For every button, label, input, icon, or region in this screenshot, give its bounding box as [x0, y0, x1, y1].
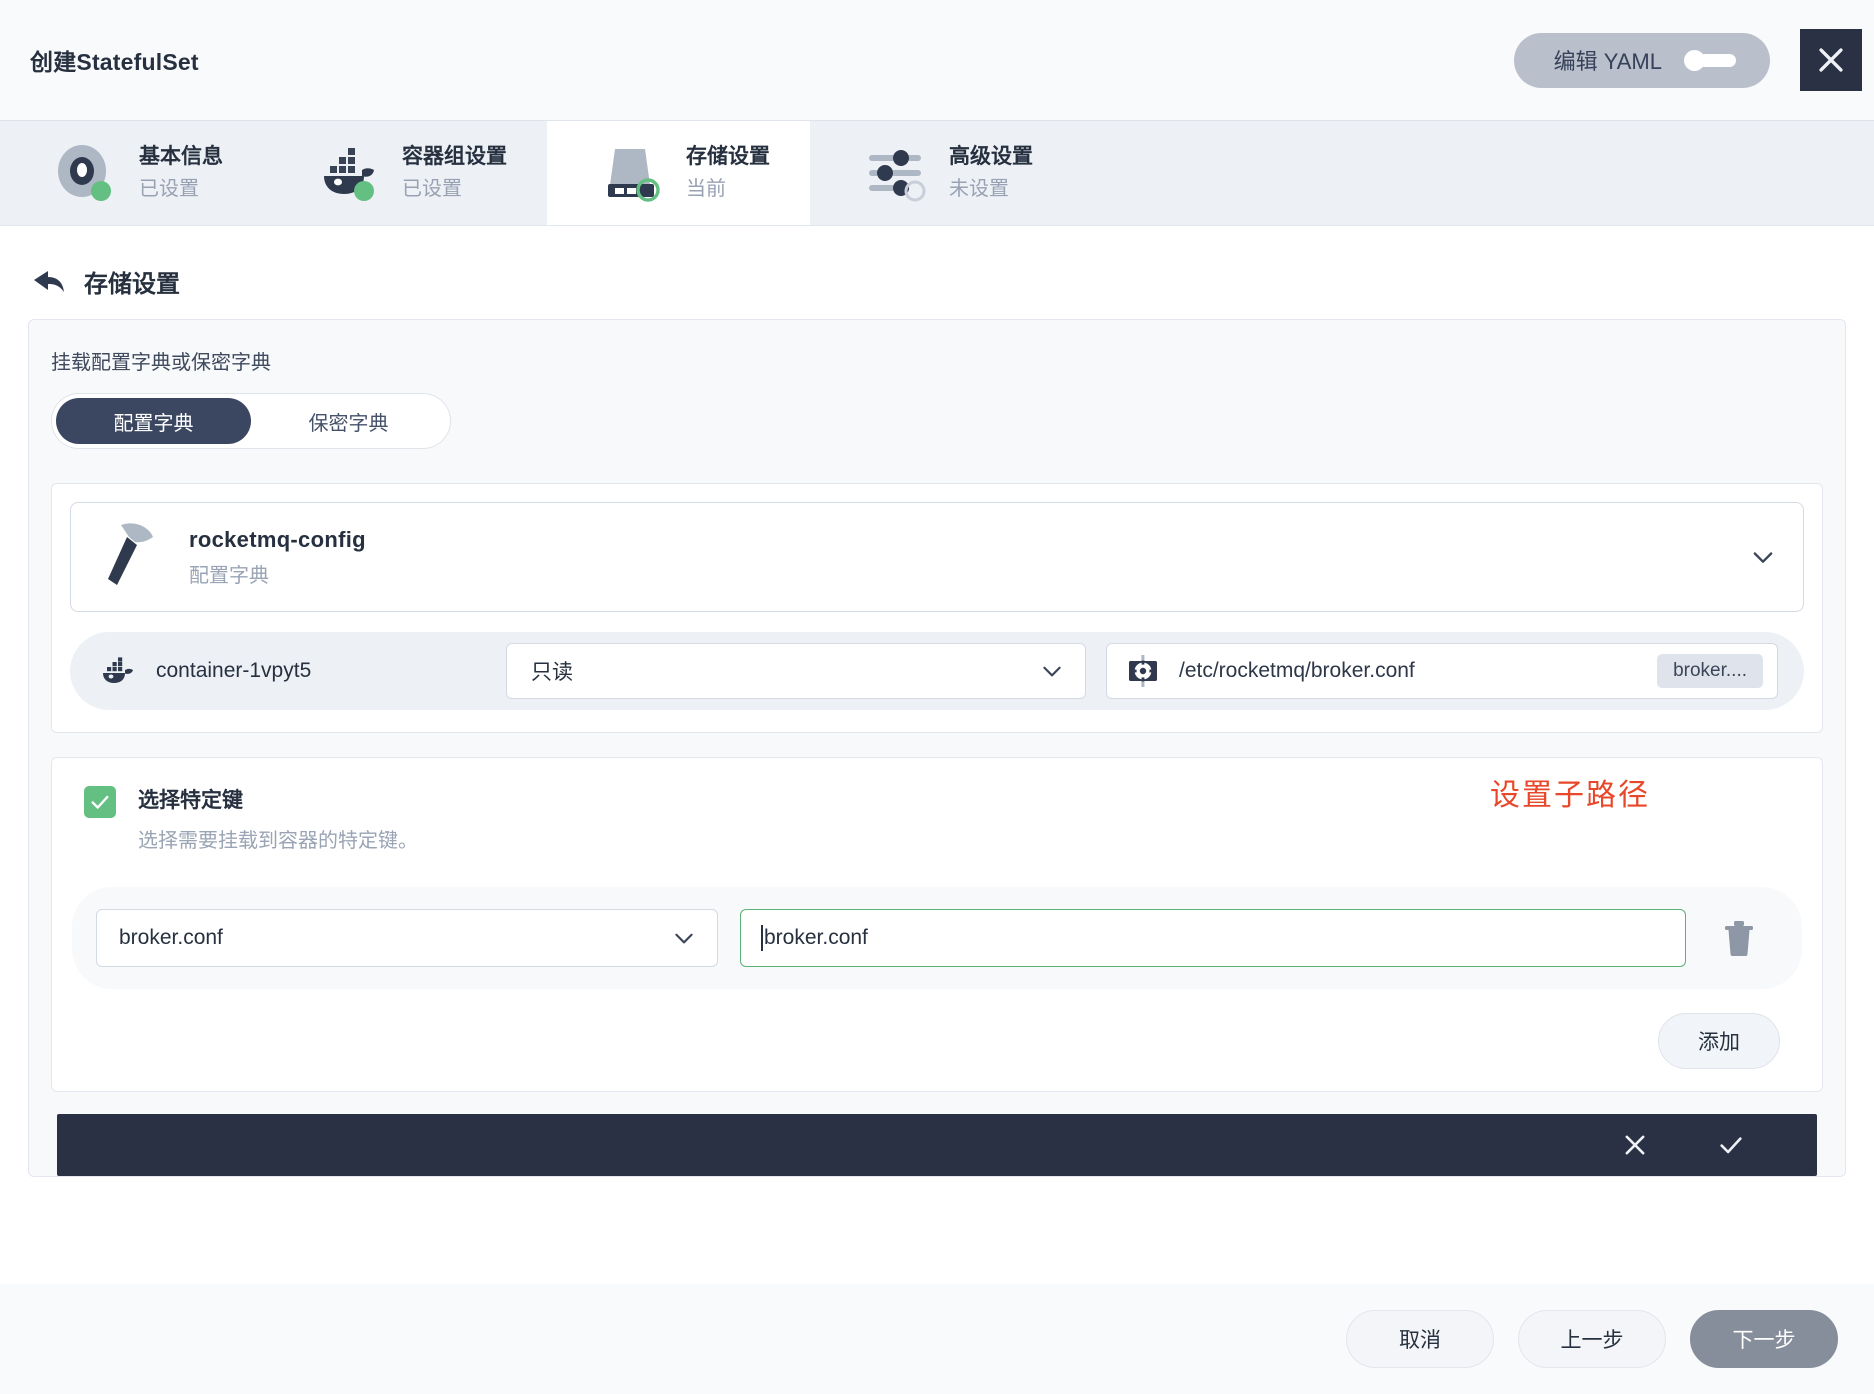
subpath-input[interactable]: broker.conf [740, 909, 1686, 967]
key-select-value: broker.conf [119, 926, 223, 949]
mount-mode-select[interactable]: 只读 [506, 643, 1086, 699]
tab-label: 存储设置 [686, 145, 770, 169]
tab-label: 高级设置 [949, 145, 1033, 169]
next-button[interactable]: 下一步 [1690, 1310, 1838, 1368]
edit-yaml-toggle[interactable]: 编辑 YAML [1513, 32, 1770, 88]
tab-label: 容器组设置 [402, 145, 507, 169]
cancel-icon[interactable] [1621, 1131, 1649, 1159]
tab-status: 未设置 [949, 177, 1009, 200]
chevron-down-icon [675, 933, 693, 944]
select-specific-keys-checkbox[interactable] [84, 786, 116, 818]
confirm-bar [57, 1114, 1817, 1176]
tab-pod-settings[interactable]: 容器组设置 已设置 [263, 121, 547, 225]
edit-yaml-label: 编辑 YAML [1553, 49, 1662, 74]
section-title: 存储设置 [84, 271, 180, 298]
configmap-kind: 配置字典 [189, 564, 269, 587]
tab-basic-info[interactable]: 基本信息 已设置 [0, 121, 263, 225]
yaml-switch[interactable] [1684, 50, 1736, 71]
specific-keys-block: 设置子路径 选择特定键 选择需要挂载到容器的特定键。 broker.conf b… [51, 757, 1823, 1092]
tab-advanced-settings[interactable]: 高级设置 未设置 [810, 121, 1073, 225]
configmap-block: rocketmq-config 配置字典 container-1vpyt5 只读… [51, 483, 1823, 733]
create-statefulset-dialog: 创建StatefulSet 编辑 YAML 基本信息 已设置 容器组设置 已设置… [0, 0, 1874, 1394]
mount-mode-value: 只读 [531, 661, 573, 684]
configmap-card[interactable]: rocketmq-config 配置字典 [70, 502, 1804, 612]
confirm-icon[interactable] [1717, 1131, 1745, 1159]
segment-secret[interactable]: 保密字典 [251, 398, 446, 444]
dialog-header: 创建StatefulSet 编辑 YAML [0, 0, 1874, 121]
mount-path-value: /etc/rocketmq/broker.conf [1179, 659, 1415, 682]
subpath-input-value: broker.conf [764, 926, 868, 949]
header-actions: 编辑 YAML [1513, 0, 1874, 120]
target-icon [55, 144, 117, 202]
select-specific-keys-desc: 选择需要挂载到容器的特定键。 [138, 830, 418, 852]
trash-icon[interactable] [1722, 919, 1756, 957]
page-title: 创建StatefulSet [30, 49, 199, 75]
dialog-footer: 取消 上一步 下一步 [0, 1284, 1874, 1394]
check-icon [91, 795, 109, 809]
mount-row: container-1vpyt5 只读 /etc/rocketmq/broker… [70, 632, 1804, 710]
annotation-set-subpath: 设置子路径 [1490, 779, 1650, 812]
add-key-button[interactable]: 添加 [1658, 1013, 1780, 1069]
storage-icon [602, 144, 664, 202]
key-select[interactable]: broker.conf [96, 909, 718, 967]
gear-icon [1129, 655, 1157, 687]
source-type-segmented: 配置字典 保密字典 [51, 393, 451, 449]
previous-button[interactable]: 上一步 [1518, 1310, 1666, 1368]
storage-settings-content: 存储设置 挂载配置字典或保密字典 配置字典 保密字典 rocketmq-conf… [0, 226, 1874, 1284]
panel-label: 挂载配置字典或保密字典 [51, 352, 271, 374]
docker-icon [318, 144, 380, 202]
section-header: 存储设置 [0, 226, 1874, 319]
back-arrow-icon[interactable] [32, 269, 66, 295]
docker-icon [103, 657, 133, 683]
tab-status: 当前 [686, 177, 726, 200]
mount-panel: 挂载配置字典或保密字典 配置字典 保密字典 rocketmq-config 配置… [28, 319, 1846, 1177]
tab-label: 基本信息 [139, 145, 223, 169]
container-name: container-1vpyt5 [156, 659, 312, 682]
configmap-name: rocketmq-config [189, 526, 366, 552]
hammer-icon [108, 523, 153, 585]
tab-status: 已设置 [139, 177, 199, 200]
chevron-down-icon [1043, 666, 1061, 677]
chevron-down-icon[interactable] [1749, 543, 1777, 571]
subpath-badge: broker.... [1657, 654, 1763, 688]
tab-storage-settings[interactable]: 存储设置 当前 [547, 121, 810, 225]
step-tabs: 基本信息 已设置 容器组设置 已设置 存储设置 当前 高级设置 未设置 [0, 121, 1874, 226]
mount-path-field[interactable]: /etc/rocketmq/broker.conf broker.... [1106, 643, 1778, 699]
text-caret [761, 925, 763, 951]
cancel-button[interactable]: 取消 [1346, 1310, 1494, 1368]
sliders-icon [865, 144, 927, 202]
close-icon [1819, 48, 1843, 72]
select-specific-keys-title: 选择特定键 [138, 789, 243, 812]
add-row: 添加 [72, 989, 1802, 1069]
close-button[interactable] [1800, 29, 1862, 91]
tab-status: 已设置 [402, 177, 462, 200]
key-mapping-row: broker.conf broker.conf [72, 887, 1802, 989]
segment-configmap[interactable]: 配置字典 [56, 398, 251, 444]
